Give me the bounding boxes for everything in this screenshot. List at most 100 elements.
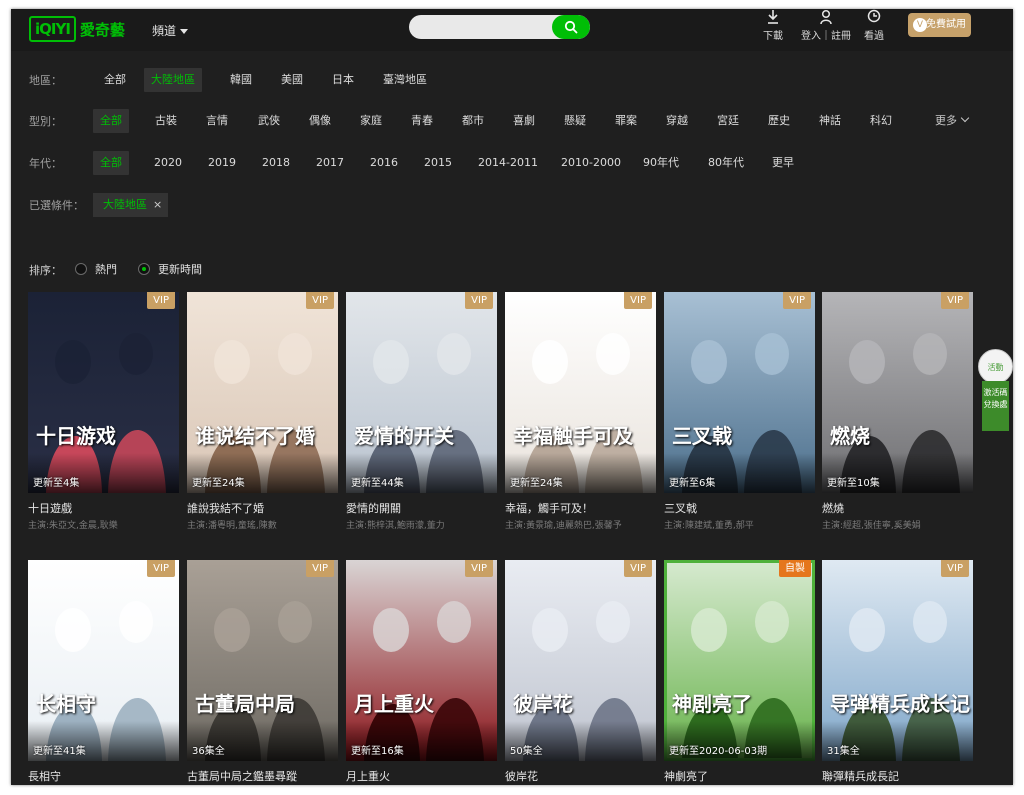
poster-image[interactable]: 彼岸花 VIP 50集全: [505, 560, 656, 761]
drama-title[interactable]: 幸福，觸手可及！: [505, 500, 593, 516]
drama-title[interactable]: 長相守: [28, 768, 61, 784]
close-icon[interactable]: ×: [153, 198, 162, 211]
poster-caption: 神剧亮了: [672, 692, 752, 716]
filter-genre-option[interactable]: 宮廷: [710, 109, 746, 133]
episode-status: 更新至24集: [510, 478, 563, 489]
drama-title[interactable]: 神劇亮了: [664, 768, 708, 784]
drama-card[interactable]: 燃烧 VIP 更新至10集 燃燒 主演:經超,張佳寧,奚美娟: [822, 292, 973, 532]
sort-bar: 排序： 熱門 更新時間: [11, 259, 1013, 279]
sort-option-hot[interactable]: 熱門: [75, 259, 117, 279]
drama-title[interactable]: 誰說我結不了婚: [187, 500, 264, 516]
drama-title[interactable]: 彼岸花: [505, 768, 538, 784]
filter-genre-option[interactable]: 偶像: [302, 109, 338, 133]
drama-card[interactable]: 神剧亮了 自製 更新至2020-06-03期 神劇亮了: [664, 560, 815, 785]
poster-image[interactable]: 月上重火 VIP 更新至16集: [346, 560, 497, 761]
search-button[interactable]: [552, 15, 590, 39]
filter-more-label: 更多: [935, 114, 957, 127]
filter-genre-option[interactable]: 都市: [455, 109, 491, 133]
filter-region-option[interactable]: 全部: [97, 68, 133, 92]
filter-genre-option[interactable]: 言情: [199, 109, 235, 133]
filter-genre-option[interactable]: 神話: [812, 109, 848, 133]
vip-badge: VIP: [941, 560, 969, 577]
drama-card[interactable]: 三叉戟 VIP 更新至6集 三叉戟 主演:陳建斌,董勇,郝平: [664, 292, 815, 532]
filter-genre-label: 型別：: [29, 115, 62, 128]
drama-title[interactable]: 十日遊戲: [28, 500, 72, 516]
filter-year-option[interactable]: 2018: [255, 151, 297, 175]
drama-card[interactable]: 月上重火 VIP 更新至16集 月上重火: [346, 560, 497, 785]
drama-card[interactable]: 十日游戏 VIP 更新至4集 十日遊戲 主演:朱亞文,金晨,耿樂: [28, 292, 179, 532]
sort-option-label: 熱門: [95, 263, 117, 276]
search-bar: [409, 15, 590, 39]
drama-title[interactable]: 愛情的開關: [346, 500, 401, 516]
filter-year-option[interactable]: 2020: [147, 151, 189, 175]
filter-year-option[interactable]: 2019: [201, 151, 243, 175]
poster-image[interactable]: 幸福触手可及 VIP 更新至24集: [505, 292, 656, 493]
drama-card[interactable]: 幸福触手可及 VIP 更新至24集 幸福，觸手可及！ 主演:黃景瑜,迪麗熱巴,張…: [505, 292, 656, 532]
filter-year-option[interactable]: 2015: [417, 151, 459, 175]
search-input[interactable]: [409, 15, 549, 39]
filter-genre-option[interactable]: 喜劇: [506, 109, 542, 133]
filter-year-option[interactable]: 90年代: [636, 151, 686, 175]
filter-year-option[interactable]: 更早: [765, 151, 801, 175]
poster-image[interactable]: 古董局中局 VIP 36集全: [187, 560, 338, 761]
drama-cast: 主演:經超,張佳寧,奚美娟: [822, 521, 921, 531]
poster-image[interactable]: 谁说结不了婚 VIP 更新至24集: [187, 292, 338, 493]
poster-image[interactable]: 十日游戏 VIP 更新至4集: [28, 292, 179, 493]
filter-genre-option[interactable]: 家庭: [353, 109, 389, 133]
poster-image[interactable]: 神剧亮了 自製 更新至2020-06-03期: [664, 560, 815, 761]
filter-year-option[interactable]: 2016: [363, 151, 405, 175]
filter-genre-option[interactable]: 科幻: [863, 109, 899, 133]
drama-cast: 主演:熊梓淇,鮑雨濛,董力: [346, 521, 445, 531]
drama-title[interactable]: 古董局中局之鑑墨尋蹤: [187, 768, 297, 784]
drama-card[interactable]: 谁说结不了婚 VIP 更新至24集 誰說我結不了婚 主演:潘粵明,童瑤,陳數: [187, 292, 338, 532]
poster-image[interactable]: 三叉戟 VIP 更新至6集: [664, 292, 815, 493]
site-logo[interactable]: iQIYI 愛奇藝: [29, 15, 125, 43]
selected-tag[interactable]: 大陸地區 ×: [93, 193, 169, 217]
filter-region-option[interactable]: 大陸地區: [144, 68, 202, 92]
filter-genre-option[interactable]: 罪案: [608, 109, 644, 133]
history-button[interactable]: 看過: [864, 9, 884, 49]
filter-year-option[interactable]: 2017: [309, 151, 351, 175]
filter-genre-option[interactable]: 武俠: [251, 109, 287, 133]
download-button[interactable]: 下載: [763, 9, 783, 49]
drama-card[interactable]: 爱情的开关 VIP 更新至44集 愛情的開關 主演:熊梓淇,鮑雨濛,董力: [346, 292, 497, 532]
filter-genre-option[interactable]: 歷史: [761, 109, 797, 133]
poster-image[interactable]: 燃烧 VIP 更新至10集: [822, 292, 973, 493]
drama-title[interactable]: 聯彈精兵成長記: [822, 768, 899, 784]
selected-tag-label: 大陸地區: [103, 198, 147, 211]
filter-year-option[interactable]: 2014-2011: [471, 151, 545, 175]
filter-year-option[interactable]: 全部: [93, 151, 129, 175]
poster-image[interactable]: 导弹精兵成长记 VIP 31集全: [822, 560, 973, 761]
filter-region-option[interactable]: 韓國: [223, 68, 259, 92]
drama-card[interactable]: 长相守 VIP 更新至41集 長相守: [28, 560, 179, 785]
filter-region-option[interactable]: 美國: [274, 68, 310, 92]
drama-card[interactable]: 彼岸花 VIP 50集全 彼岸花: [505, 560, 656, 785]
side-promo-widget[interactable]: 活動 激活碼兌換處: [978, 349, 1013, 431]
filter-region-label: 地區：: [29, 74, 62, 87]
download-icon: [768, 10, 778, 24]
filter-genre-option[interactable]: 全部: [93, 109, 129, 133]
drama-title[interactable]: 三叉戟: [664, 500, 697, 516]
filter-more-button[interactable]: 更多: [935, 109, 970, 133]
filter-genre-option[interactable]: 古裝: [148, 109, 184, 133]
drama-card[interactable]: 古董局中局 VIP 36集全 古董局中局之鑑墨尋蹤: [187, 560, 338, 785]
login-button[interactable]: 登入｜註冊: [801, 9, 851, 49]
drama-title[interactable]: 燃燒: [822, 500, 844, 516]
poster-caption: 幸福触手可及: [513, 424, 633, 448]
poster-image[interactable]: 爱情的开关 VIP 更新至44集: [346, 292, 497, 493]
filter-year-option[interactable]: 80年代: [701, 151, 751, 175]
filter-genre-option[interactable]: 穿越: [659, 109, 695, 133]
drama-card[interactable]: 导弹精兵成长记 VIP 31集全 聯彈精兵成長記: [822, 560, 973, 785]
filter-region-option[interactable]: 日本: [325, 68, 361, 92]
filter-year-option[interactable]: 2010-2000: [554, 151, 628, 175]
filter-region-option[interactable]: 臺灣地區: [376, 68, 434, 92]
filter-genre-option[interactable]: 懸疑: [557, 109, 593, 133]
drama-title[interactable]: 月上重火: [346, 768, 390, 784]
episode-status: 更新至24集: [192, 478, 245, 489]
poster-image[interactable]: 长相守 VIP 更新至41集: [28, 560, 179, 761]
vip-trial-button[interactable]: V 免費試用: [908, 13, 971, 37]
filter-genre-option[interactable]: 青春: [404, 109, 440, 133]
vip-badge: VIP: [783, 292, 811, 309]
channel-menu[interactable]: 頻道: [152, 22, 189, 39]
sort-option-updated[interactable]: 更新時間: [138, 259, 202, 279]
